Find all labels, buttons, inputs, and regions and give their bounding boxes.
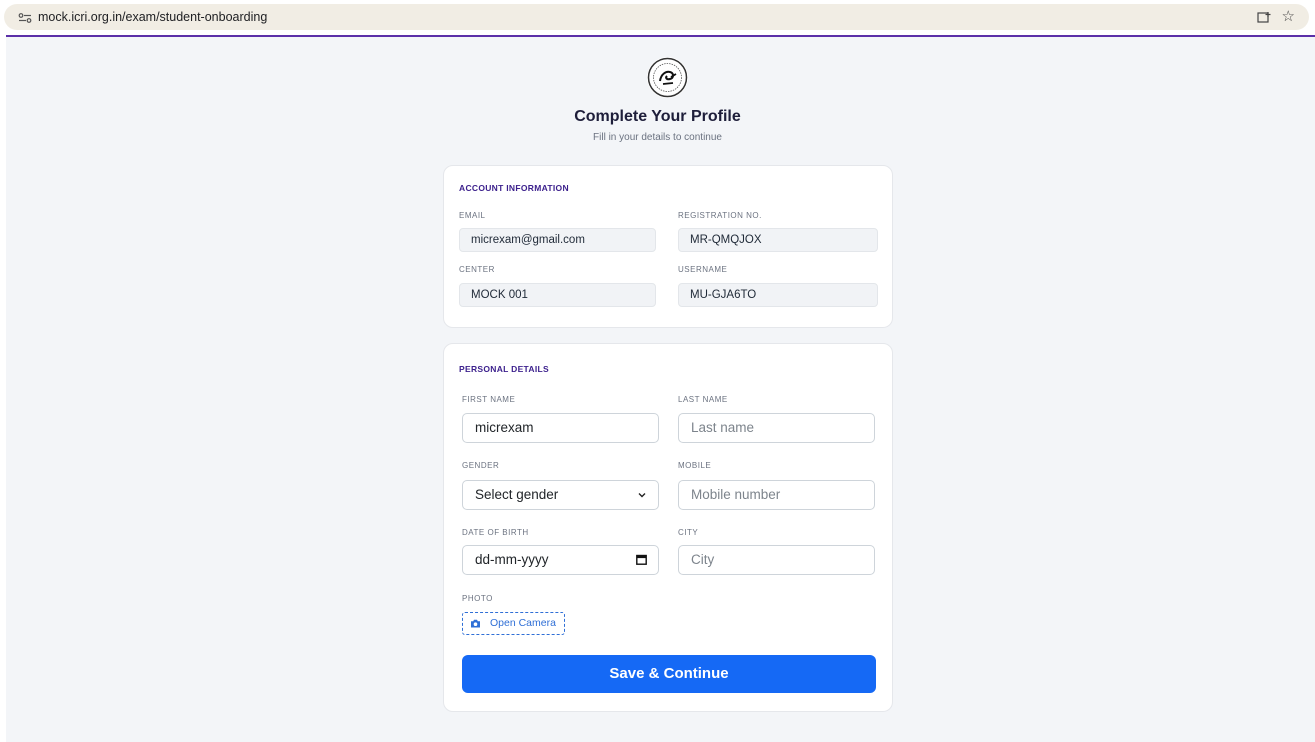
city-input[interactable]: City: [678, 545, 875, 575]
dob-input[interactable]: dd-mm-yyyy: [462, 545, 659, 575]
save-continue-button[interactable]: Save & Continue: [462, 655, 876, 693]
page-subtitle: Fill in your details to continue: [593, 132, 722, 143]
browser-toolbar: mock.icri.org.in/exam/student-onboarding…: [0, 0, 1315, 34]
open-camera-button[interactable]: Open Camera: [462, 612, 565, 635]
last-name-input[interactable]: Last name: [678, 413, 875, 443]
email-label: EMAIL: [459, 211, 486, 220]
install-app-icon[interactable]: [1257, 11, 1271, 25]
bookmark-star-icon[interactable]: ☆: [1282, 9, 1295, 25]
account-information-card: ACCOUNT INFORMATION EMAIL micrexam@gmail…: [443, 165, 893, 328]
last-name-label: LAST NAME: [678, 395, 728, 404]
email-field: micrexam@gmail.com: [459, 228, 656, 252]
mobile-label: MOBILE: [678, 461, 712, 470]
url-text[interactable]: mock.icri.org.in/exam/student-onboarding: [38, 10, 267, 24]
open-camera-label: Open Camera: [490, 617, 556, 629]
dob-placeholder: dd-mm-yyyy: [475, 552, 549, 567]
calendar-icon[interactable]: [636, 554, 647, 565]
first-name-label: FIRST NAME: [462, 395, 516, 404]
chevron-down-icon: [638, 493, 646, 498]
first-name-input[interactable]: micrexam: [462, 413, 659, 443]
personal-details-card: PERSONAL DETAILS FIRST NAME micrexam LAS…: [443, 343, 893, 712]
center-label: CENTER: [459, 265, 495, 274]
gender-label: GENDER: [462, 461, 500, 470]
gender-select[interactable]: Select gender: [462, 480, 659, 510]
registration-label: REGISTRATION NO.: [678, 211, 762, 220]
site-info-icon[interactable]: [18, 13, 32, 23]
camera-icon: [471, 619, 480, 628]
registration-field: MR-QMQJOX: [678, 228, 878, 252]
address-bar[interactable]: mock.icri.org.in/exam/student-onboarding…: [4, 4, 1309, 30]
page-title: Complete Your Profile: [574, 108, 741, 125]
gender-selected-value: Select gender: [475, 487, 559, 502]
username-field: MU-GJA6TO: [678, 283, 878, 307]
mobile-input[interactable]: Mobile number: [678, 480, 875, 510]
username-label: USERNAME: [678, 265, 728, 274]
institution-logo: [647, 57, 688, 98]
city-label: CITY: [678, 528, 699, 537]
photo-label: PHOTO: [462, 594, 493, 603]
dob-label: DATE OF BIRTH: [462, 528, 529, 537]
center-field: MOCK 001: [459, 283, 656, 307]
account-section-title: ACCOUNT INFORMATION: [459, 183, 569, 193]
personal-section-title: PERSONAL DETAILS: [459, 364, 549, 374]
